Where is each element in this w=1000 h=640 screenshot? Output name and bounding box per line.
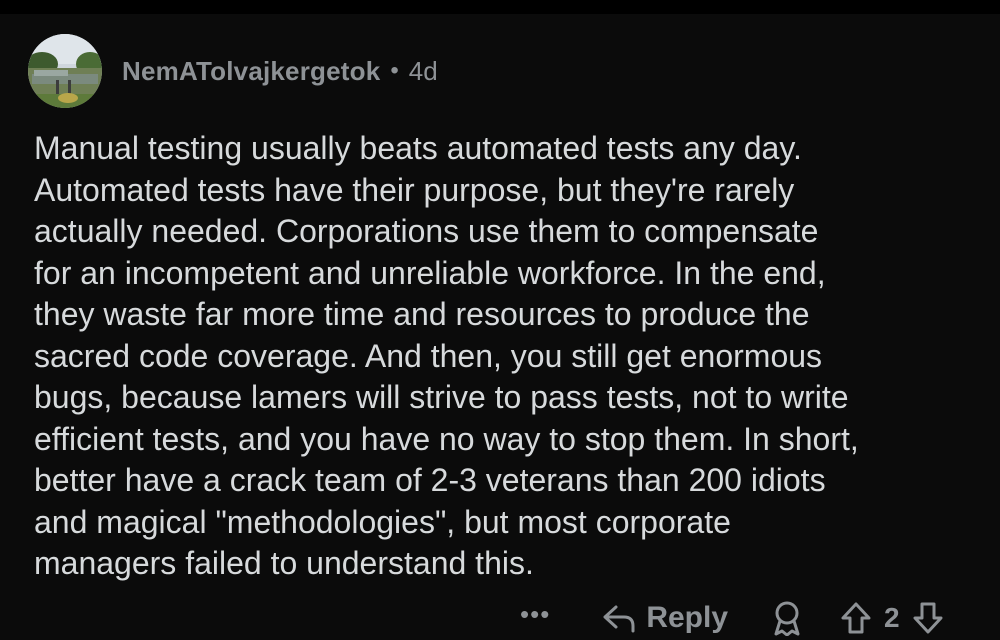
- upvote-arrow-icon[interactable]: [840, 601, 872, 635]
- award-icon: [774, 601, 800, 636]
- reply-button[interactable]: Reply: [602, 601, 728, 635]
- reply-arrow-icon: [603, 605, 635, 633]
- separator-dot: •: [390, 57, 399, 84]
- downvote-arrow-icon[interactable]: [912, 601, 944, 635]
- vote-score: 2: [884, 602, 900, 633]
- award-button[interactable]: [770, 600, 804, 636]
- comment-body: Manual testing usually beats automated t…: [34, 130, 859, 581]
- more-options-icon[interactable]: •••: [520, 601, 550, 627]
- avatar-image: [28, 34, 102, 108]
- top-bar: [0, 0, 1000, 14]
- vote-controls: 2: [840, 601, 944, 635]
- username[interactable]: NemATolvajkergetok: [122, 56, 380, 87]
- reply-label: Reply: [646, 601, 729, 634]
- avatar[interactable]: [28, 34, 102, 108]
- timestamp: 4d: [408, 55, 438, 86]
- comment-actions: ••• Reply 2: [520, 596, 944, 640]
- comment-header: NemATolvajkergetok • 4d: [28, 34, 438, 108]
